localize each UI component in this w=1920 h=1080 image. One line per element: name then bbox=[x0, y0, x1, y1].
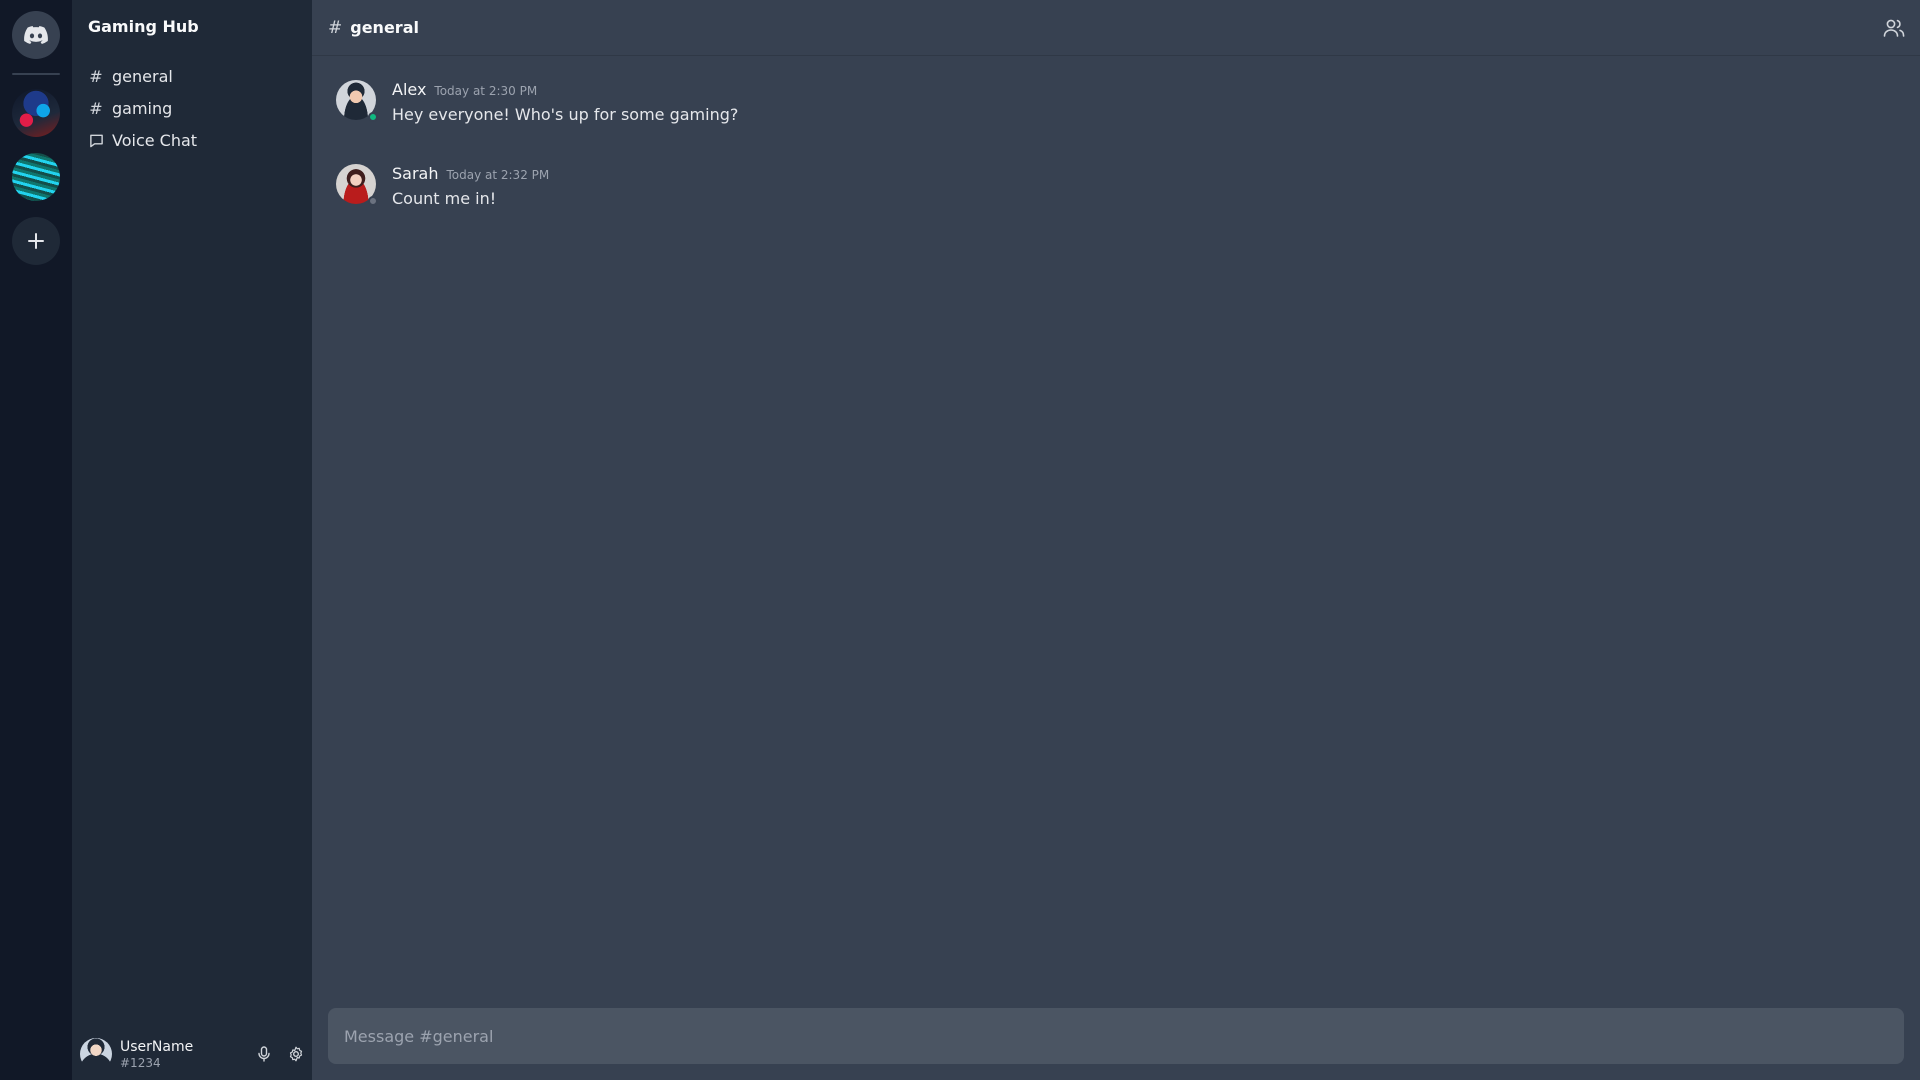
message-list: Alex Today at 2:30 PM Hey everyone! Who'… bbox=[336, 80, 1896, 248]
message-body: Sarah Today at 2:32 PM Count me in! bbox=[392, 164, 549, 208]
user-tag: #1234 bbox=[120, 1055, 161, 1070]
server-icon-1[interactable] bbox=[12, 89, 60, 137]
chat-bubble-icon bbox=[88, 133, 104, 148]
message-body: Alex Today at 2:30 PM Hey everyone! Who'… bbox=[392, 80, 738, 124]
message-input[interactable] bbox=[328, 1008, 1904, 1064]
microphone-icon[interactable] bbox=[256, 1046, 272, 1062]
avatar-wrap bbox=[336, 80, 378, 122]
chat-main: # general Alex Today at 2:30 PM Hey ever… bbox=[312, 0, 1920, 1080]
add-server-button[interactable] bbox=[12, 217, 60, 265]
gear-icon[interactable] bbox=[288, 1046, 304, 1062]
server-icon-2[interactable] bbox=[12, 153, 60, 201]
channel-label: general bbox=[112, 66, 173, 86]
status-offline-indicator bbox=[368, 196, 378, 206]
message-item: Sarah Today at 2:32 PM Count me in! bbox=[336, 164, 1896, 208]
users-icon[interactable] bbox=[1882, 16, 1906, 40]
channel-label: gaming bbox=[112, 98, 173, 118]
message-header: Alex Today at 2:30 PM bbox=[392, 80, 738, 99]
server-rail bbox=[0, 0, 72, 1080]
message-author[interactable]: Alex bbox=[392, 80, 426, 99]
user-actions bbox=[256, 1046, 304, 1062]
server-name: Gaming Hub bbox=[88, 17, 199, 36]
message-author[interactable]: Sarah bbox=[392, 164, 438, 183]
message-timestamp: Today at 2:30 PM bbox=[434, 84, 538, 98]
message-composer bbox=[328, 1008, 1904, 1064]
channel-header: # general bbox=[312, 0, 1920, 56]
message-timestamp: Today at 2:32 PM bbox=[446, 168, 550, 182]
avatar-wrap bbox=[336, 164, 378, 206]
home-button[interactable] bbox=[12, 11, 60, 59]
channel-list: # general # gaming Voice Chat bbox=[88, 60, 304, 156]
user-panel: UserName #1234 bbox=[72, 1028, 312, 1080]
message-item: Alex Today at 2:30 PM Hey everyone! Who'… bbox=[336, 80, 1896, 124]
channel-gaming[interactable]: # gaming bbox=[88, 92, 304, 124]
message-text: Hey everyone! Who's up for some gaming? bbox=[392, 105, 739, 124]
page-title: general bbox=[350, 18, 419, 37]
hash-icon: # bbox=[328, 17, 343, 38]
avatar[interactable] bbox=[80, 1038, 112, 1070]
channel-voice-chat[interactable]: Voice Chat bbox=[88, 124, 304, 156]
hash-icon: # bbox=[89, 98, 103, 118]
user-meta: UserName #1234 bbox=[120, 1039, 193, 1070]
channel-label: Voice Chat bbox=[112, 130, 198, 150]
hash-icon: # bbox=[89, 66, 103, 86]
channel-general[interactable]: # general bbox=[88, 60, 304, 92]
message-header: Sarah Today at 2:32 PM bbox=[392, 164, 549, 183]
message-text: Count me in! bbox=[392, 189, 497, 208]
channel-sidebar: Gaming Hub # general # gaming Voice Chat… bbox=[72, 0, 312, 1080]
discord-icon bbox=[24, 26, 48, 44]
rail-divider bbox=[12, 73, 60, 75]
plus-icon bbox=[28, 233, 44, 249]
status-online-indicator bbox=[368, 112, 378, 122]
user-name: UserName bbox=[120, 1038, 194, 1055]
